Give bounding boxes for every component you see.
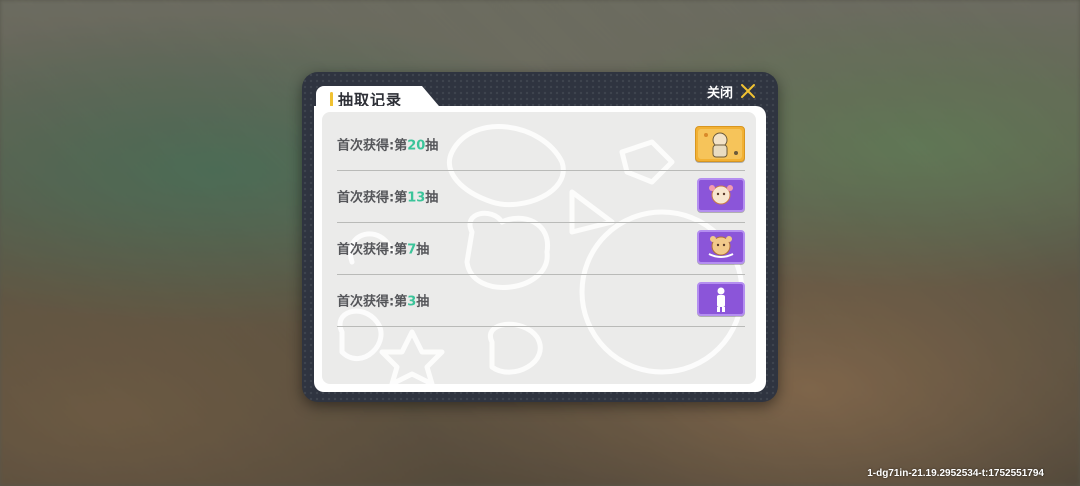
close-button[interactable]: 关闭 [707,80,757,102]
close-icon [741,84,756,98]
draw-number: 20 [407,138,426,154]
reward-figure-icon[interactable] [697,282,745,316]
build-id-label: 1-dg71in-21.19.2952534-t:1752551794 [867,468,1044,479]
record-row: 首次获得:第3抽 [337,274,745,327]
record-text: 首次获得:第7抽 [337,242,430,258]
reward-character-card-icon[interactable] [695,126,745,162]
draw-number: 13 [407,190,426,206]
record-text: 首次获得:第3抽 [337,294,430,310]
draw-number: 3 [407,294,417,310]
record-row: 首次获得:第20抽 [337,118,745,171]
reward-sticker-icon[interactable] [697,178,745,212]
reward-sticker-icon[interactable] [697,230,745,264]
record-text: 首次获得:第13抽 [337,190,439,206]
record-text: 首次获得:第20抽 [337,138,439,154]
record-row: 首次获得:第7抽 [337,222,745,275]
draw-number: 7 [407,242,417,258]
record-row: 首次获得:第13抽 [337,170,745,223]
title-accent-bar [330,92,333,107]
close-label: 关闭 [707,85,734,101]
